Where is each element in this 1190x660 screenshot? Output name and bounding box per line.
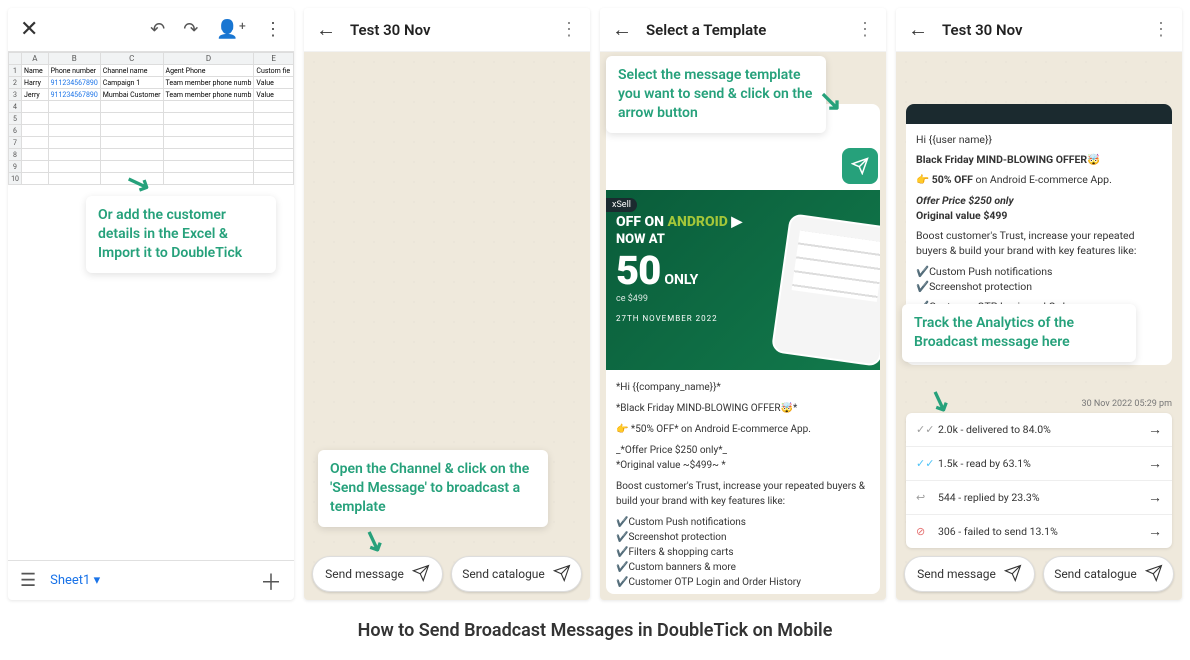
chat-header: ← Test 30 Nov ⋮ — [896, 8, 1182, 52]
template-screen: ← Select a Template ⋮ Select the message… — [600, 8, 886, 600]
add-sheet-icon[interactable]: ＋ — [260, 565, 282, 597]
replied-icon: ↩ — [916, 491, 930, 504]
phone-mockup — [771, 213, 880, 367]
share-icon[interactable]: 👤⁺ — [216, 19, 246, 40]
back-icon[interactable]: ← — [612, 17, 632, 42]
template-card[interactable]: xSell OFF ON ANDROID ▶ NOW AT 50ONLY ce … — [606, 104, 880, 594]
redo-icon[interactable]: ↷ — [183, 19, 198, 40]
read-icon: ✓✓ — [916, 457, 930, 470]
chevron-right-icon: → — [1148, 455, 1162, 472]
analytics-screen: ← Test 30 Nov ⋮ Hi {{user name}} Black F… — [896, 8, 1182, 600]
callout-arrow-icon: ↘ — [819, 84, 842, 117]
send-template-button[interactable] — [842, 148, 878, 184]
close-icon[interactable]: ✕ — [20, 17, 150, 42]
send-icon — [412, 564, 430, 585]
send-message-button[interactable]: Send message — [904, 556, 1035, 592]
template-body-text: *Hi {{company_name}}* *Black Friday MIND… — [606, 370, 880, 594]
send-catalogue-label: Send catalogue — [1054, 567, 1137, 581]
spreadsheet-screen: ✕ ↶ ↷ 👤⁺ ⋮ ABCDE 1NamePhone numberChanne… — [8, 8, 294, 600]
send-icon — [553, 564, 571, 585]
chat-footer: Send message Send catalogue — [896, 548, 1182, 600]
chat-header: ← Test 30 Nov ⋮ — [304, 8, 590, 52]
overflow-icon[interactable]: ⋮ — [856, 19, 874, 40]
send-catalogue-button[interactable]: Send catalogue — [1043, 556, 1174, 592]
send-catalogue-label: Send catalogue — [462, 567, 545, 581]
back-icon[interactable]: ← — [316, 17, 336, 42]
callout-import: Or add the customer details in the Excel… — [86, 196, 276, 273]
send-icon — [1004, 564, 1022, 585]
template-body: Select the message template you want to … — [600, 52, 886, 600]
back-icon[interactable]: ← — [908, 17, 928, 42]
figure-caption: How to Send Broadcast Messages in Double… — [0, 620, 1190, 641]
chevron-right-icon: → — [1148, 489, 1162, 506]
template-image: xSell OFF ON ANDROID ▶ NOW AT 50ONLY ce … — [606, 190, 880, 370]
spreadsheet-grid[interactable]: ABCDE 1NamePhone numberChannel nameAgent… — [8, 52, 294, 185]
channel-screen: ← Test 30 Nov ⋮ Open the Channel & click… — [304, 8, 590, 600]
menu-icon[interactable]: ☰ — [20, 570, 36, 591]
overflow-icon[interactable]: ⋮ — [560, 19, 578, 40]
analytics-row-failed[interactable]: ⊘ 306 - failed to send 13.1% → — [906, 515, 1172, 548]
send-message-button[interactable]: Send message — [312, 556, 443, 592]
analytics-list: ✓✓ 2.0k - delivered to 84.0% → ✓✓ 1.5k -… — [906, 413, 1172, 548]
chevron-right-icon: → — [1148, 421, 1162, 438]
analytics-block: 30 Nov 2022 05:29 pm ✓✓ 2.0k - delivered… — [906, 399, 1172, 548]
sheet-footer: ☰ Sheet1 ▾ ＋ — [8, 560, 294, 600]
failed-icon: ⊘ — [916, 525, 930, 538]
sheet-tab[interactable]: Sheet1 ▾ — [50, 573, 100, 588]
send-icon — [1145, 564, 1163, 585]
delivered-icon: ✓✓ — [916, 423, 930, 436]
chevron-right-icon: → — [1148, 523, 1162, 540]
send-message-label: Send message — [917, 567, 996, 581]
chat-body: Open the Channel & click on the 'Send Me… — [304, 52, 590, 600]
analytics-row-read[interactable]: ✓✓ 1.5k - read by 63.1% → — [906, 447, 1172, 481]
channel-title: Test 30 Nov — [350, 21, 546, 39]
template-badge: xSell — [606, 198, 637, 212]
template-title: Select a Template — [646, 21, 842, 39]
overflow-icon[interactable]: ⋮ — [1152, 19, 1170, 40]
chat-footer: Send message Send catalogue — [304, 548, 590, 600]
callout-analytics: Track the Analytics of the Broadcast mes… — [902, 304, 1136, 362]
chat-body: Hi {{user name}} Black Friday MIND-BLOWI… — [896, 52, 1182, 600]
callout-send-message: Open the Channel & click on the 'Send Me… — [318, 450, 548, 527]
analytics-row-delivered[interactable]: ✓✓ 2.0k - delivered to 84.0% → — [906, 413, 1172, 447]
callout-select-template: Select the message template you want to … — [606, 56, 826, 133]
send-catalogue-button[interactable]: Send catalogue — [451, 556, 582, 592]
sheet-toolbar: ✕ ↶ ↷ 👤⁺ ⋮ — [8, 8, 294, 52]
analytics-row-replied[interactable]: ↩ 544 - replied by 23.3% → — [906, 481, 1172, 515]
overflow-icon[interactable]: ⋮ — [264, 19, 282, 40]
send-message-label: Send message — [325, 567, 404, 581]
template-header: ← Select a Template ⋮ — [600, 8, 886, 52]
undo-icon[interactable]: ↶ — [150, 19, 165, 40]
channel-title: Test 30 Nov — [942, 21, 1138, 39]
